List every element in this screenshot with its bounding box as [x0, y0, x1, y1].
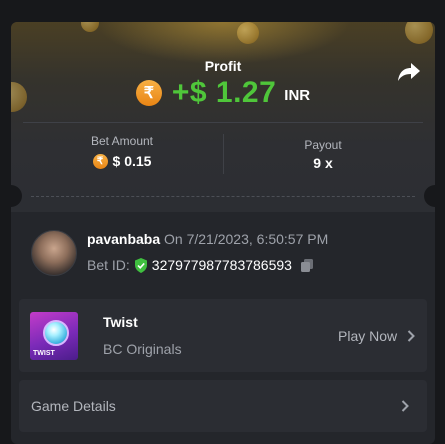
- dashed-divider: [31, 196, 415, 197]
- bet-id-value: 327977987783786593: [151, 257, 292, 273]
- bet-date: On 7/21/2023, 6:50:57 PM: [164, 231, 329, 247]
- game-row[interactable]: TWIST Twist BC Originals Play Now: [19, 299, 427, 372]
- rupee-coin-icon: ₹: [135, 80, 162, 106]
- top-bar: [0, 0, 445, 20]
- bet-amount-value-row: ₹ $ 0.15: [22, 153, 222, 169]
- bet-id-row: Bet ID: 327977987783786593: [87, 257, 314, 273]
- game-thumbnail-label: TWIST: [33, 350, 55, 357]
- copy-icon[interactable]: [300, 258, 314, 272]
- play-now-label: Play Now: [338, 328, 398, 344]
- bet-amount-value: $ 0.15: [112, 153, 152, 169]
- bet-id-label: Bet ID:: [87, 257, 130, 273]
- game-thumbnail[interactable]: TWIST: [30, 312, 78, 360]
- profit-value: +$ 1.27: [171, 76, 277, 109]
- header-background: [11, 22, 435, 212]
- game-details-row[interactable]: Game Details: [19, 380, 427, 432]
- decorative-coin-icon: [237, 22, 259, 44]
- bet-detail-card: Profit ₹ +$ 1.27 INR Bet Amount ₹ $ 0.15…: [11, 22, 435, 444]
- username[interactable]: pavanbaba: [87, 231, 160, 247]
- play-now-button[interactable]: Play Now: [338, 328, 416, 344]
- game-details-label: Game Details: [31, 398, 116, 414]
- decorative-coin-icon: [405, 22, 433, 44]
- profit-label: Profit: [204, 58, 242, 74]
- share-arrow-icon[interactable]: [397, 61, 421, 83]
- avatar[interactable]: [31, 230, 77, 276]
- game-name: Twist: [103, 314, 138, 330]
- profit-currency: INR: [284, 86, 311, 104]
- payout-label: Payout: [304, 138, 342, 152]
- gem-icon: [43, 320, 69, 346]
- game-provider: BC Originals: [103, 341, 182, 357]
- divider: [23, 122, 423, 123]
- rupee-coin-icon: ₹: [92, 153, 108, 169]
- payout-value: 9 x: [313, 155, 333, 171]
- shield-check-icon: [134, 257, 147, 273]
- chevron-right-icon: [407, 330, 416, 342]
- bet-amount-label: Bet Amount: [90, 134, 154, 148]
- profit-row: ₹ +$ 1.27 INR: [11, 76, 435, 110]
- decorative-coin-icon: [81, 22, 99, 32]
- chevron-right-icon: [401, 400, 409, 412]
- user-line: pavanbaba On 7/21/2023, 6:50:57 PM: [87, 231, 328, 247]
